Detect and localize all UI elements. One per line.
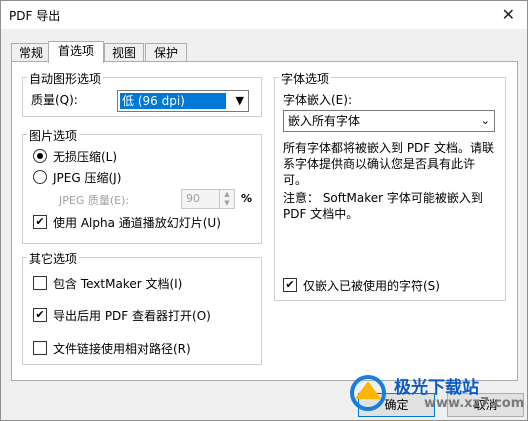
jpeg-label[interactable]: JPEG 压缩(J) xyxy=(53,169,121,186)
font-options-group: 字体选项 字体嵌入(E): 嵌入所有字体 ⌄ 所有字体都将被嵌入到 PDF 文档… xyxy=(274,70,506,301)
title-bar: PDF 导出 ✕ xyxy=(1,1,527,29)
include-doc-label[interactable]: 包含 TextMaker 文档(I) xyxy=(53,275,182,292)
lossless-label[interactable]: 无损压缩(L) xyxy=(53,148,117,165)
window-title: PDF 导出 xyxy=(9,9,61,23)
quality-label: 质量(Q): xyxy=(31,93,78,107)
other-options-title: 其它选项 xyxy=(27,250,80,267)
font-embed-label: 字体嵌入(E): xyxy=(283,93,352,107)
image-options-group: 图片选项 无损压缩(L) JPEG 压缩(J) JPEG 质量(E): 90 ▲… xyxy=(22,127,262,244)
tab-protection[interactable]: 保护 xyxy=(145,43,187,62)
quality-select[interactable]: 低 (96 dpi) ▼ xyxy=(117,90,249,112)
image-options-title: 图片选项 xyxy=(27,127,80,144)
relative-paths-checkbox[interactable] xyxy=(33,341,47,355)
tab-preferences[interactable]: 首选项 xyxy=(48,41,104,63)
quality-value: 低 (96 dpi) xyxy=(120,93,226,109)
alpha-label[interactable]: 使用 Alpha 通道播放幻灯片(U) xyxy=(53,214,221,231)
percent-unit: % xyxy=(241,192,253,205)
only-used-label[interactable]: 仅嵌入已被使用的字符(S) xyxy=(303,277,440,294)
relative-paths-label[interactable]: 文件链接使用相对路径(R) xyxy=(53,340,191,357)
font-embed-value: 嵌入所有字体 xyxy=(288,114,361,128)
ok-button[interactable]: 确定 xyxy=(358,393,435,417)
auto-graphics-group: 自动图形选项 质量(Q): 低 (96 dpi) ▼ xyxy=(22,70,262,117)
jpeg-quality-stepper[interactable]: 90 ▲ ▼ xyxy=(181,189,235,209)
lossless-radio[interactable] xyxy=(33,149,47,163)
tab-view[interactable]: 视图 xyxy=(104,43,144,62)
alpha-checkbox[interactable]: ✔ xyxy=(33,215,47,229)
chevron-down-icon: ▼ xyxy=(235,94,244,107)
tab-general[interactable]: 常规 xyxy=(11,43,51,62)
font-embed-note: 注意： SoftMaker 字体可能被嵌入到 PDF 文档中。 xyxy=(283,191,483,221)
pdf-export-dialog: PDF 导出 ✕ 常规 首选项 视图 保护 自动图形选项 质量(Q): 低 (9… xyxy=(0,0,528,421)
open-viewer-checkbox[interactable]: ✔ xyxy=(33,308,47,322)
spin-arrows-icon[interactable]: ▲ ▼ xyxy=(219,190,234,208)
font-options-title: 字体选项 xyxy=(279,70,332,87)
jpeg-quality-label: JPEG 质量(E): xyxy=(59,194,130,207)
cancel-button[interactable]: 取消 xyxy=(447,393,524,417)
chevron-down-icon: ⌄ xyxy=(480,114,490,127)
only-used-checkbox[interactable]: ✔ xyxy=(283,278,297,292)
close-icon[interactable]: ✕ xyxy=(502,5,515,24)
preferences-panel: 自动图形选项 质量(Q): 低 (96 dpi) ▼ 图片选项 无损压缩(L) … xyxy=(11,61,518,381)
other-options-group: 其它选项 包含 TextMaker 文档(I) ✔ 导出后用 PDF 查看器打开… xyxy=(22,250,262,365)
font-embed-info: 所有字体都将被嵌入到 PDF 文档。请联系字体提供商以确认您是否具有此许可。 xyxy=(283,141,495,187)
jpeg-radio[interactable] xyxy=(33,170,47,184)
font-embed-select[interactable]: 嵌入所有字体 ⌄ xyxy=(283,110,495,132)
include-doc-checkbox[interactable] xyxy=(33,276,47,290)
open-viewer-label[interactable]: 导出后用 PDF 查看器打开(O) xyxy=(53,307,211,324)
jpeg-quality-value: 90 xyxy=(186,192,200,205)
auto-graphics-title: 自动图形选项 xyxy=(27,70,104,87)
